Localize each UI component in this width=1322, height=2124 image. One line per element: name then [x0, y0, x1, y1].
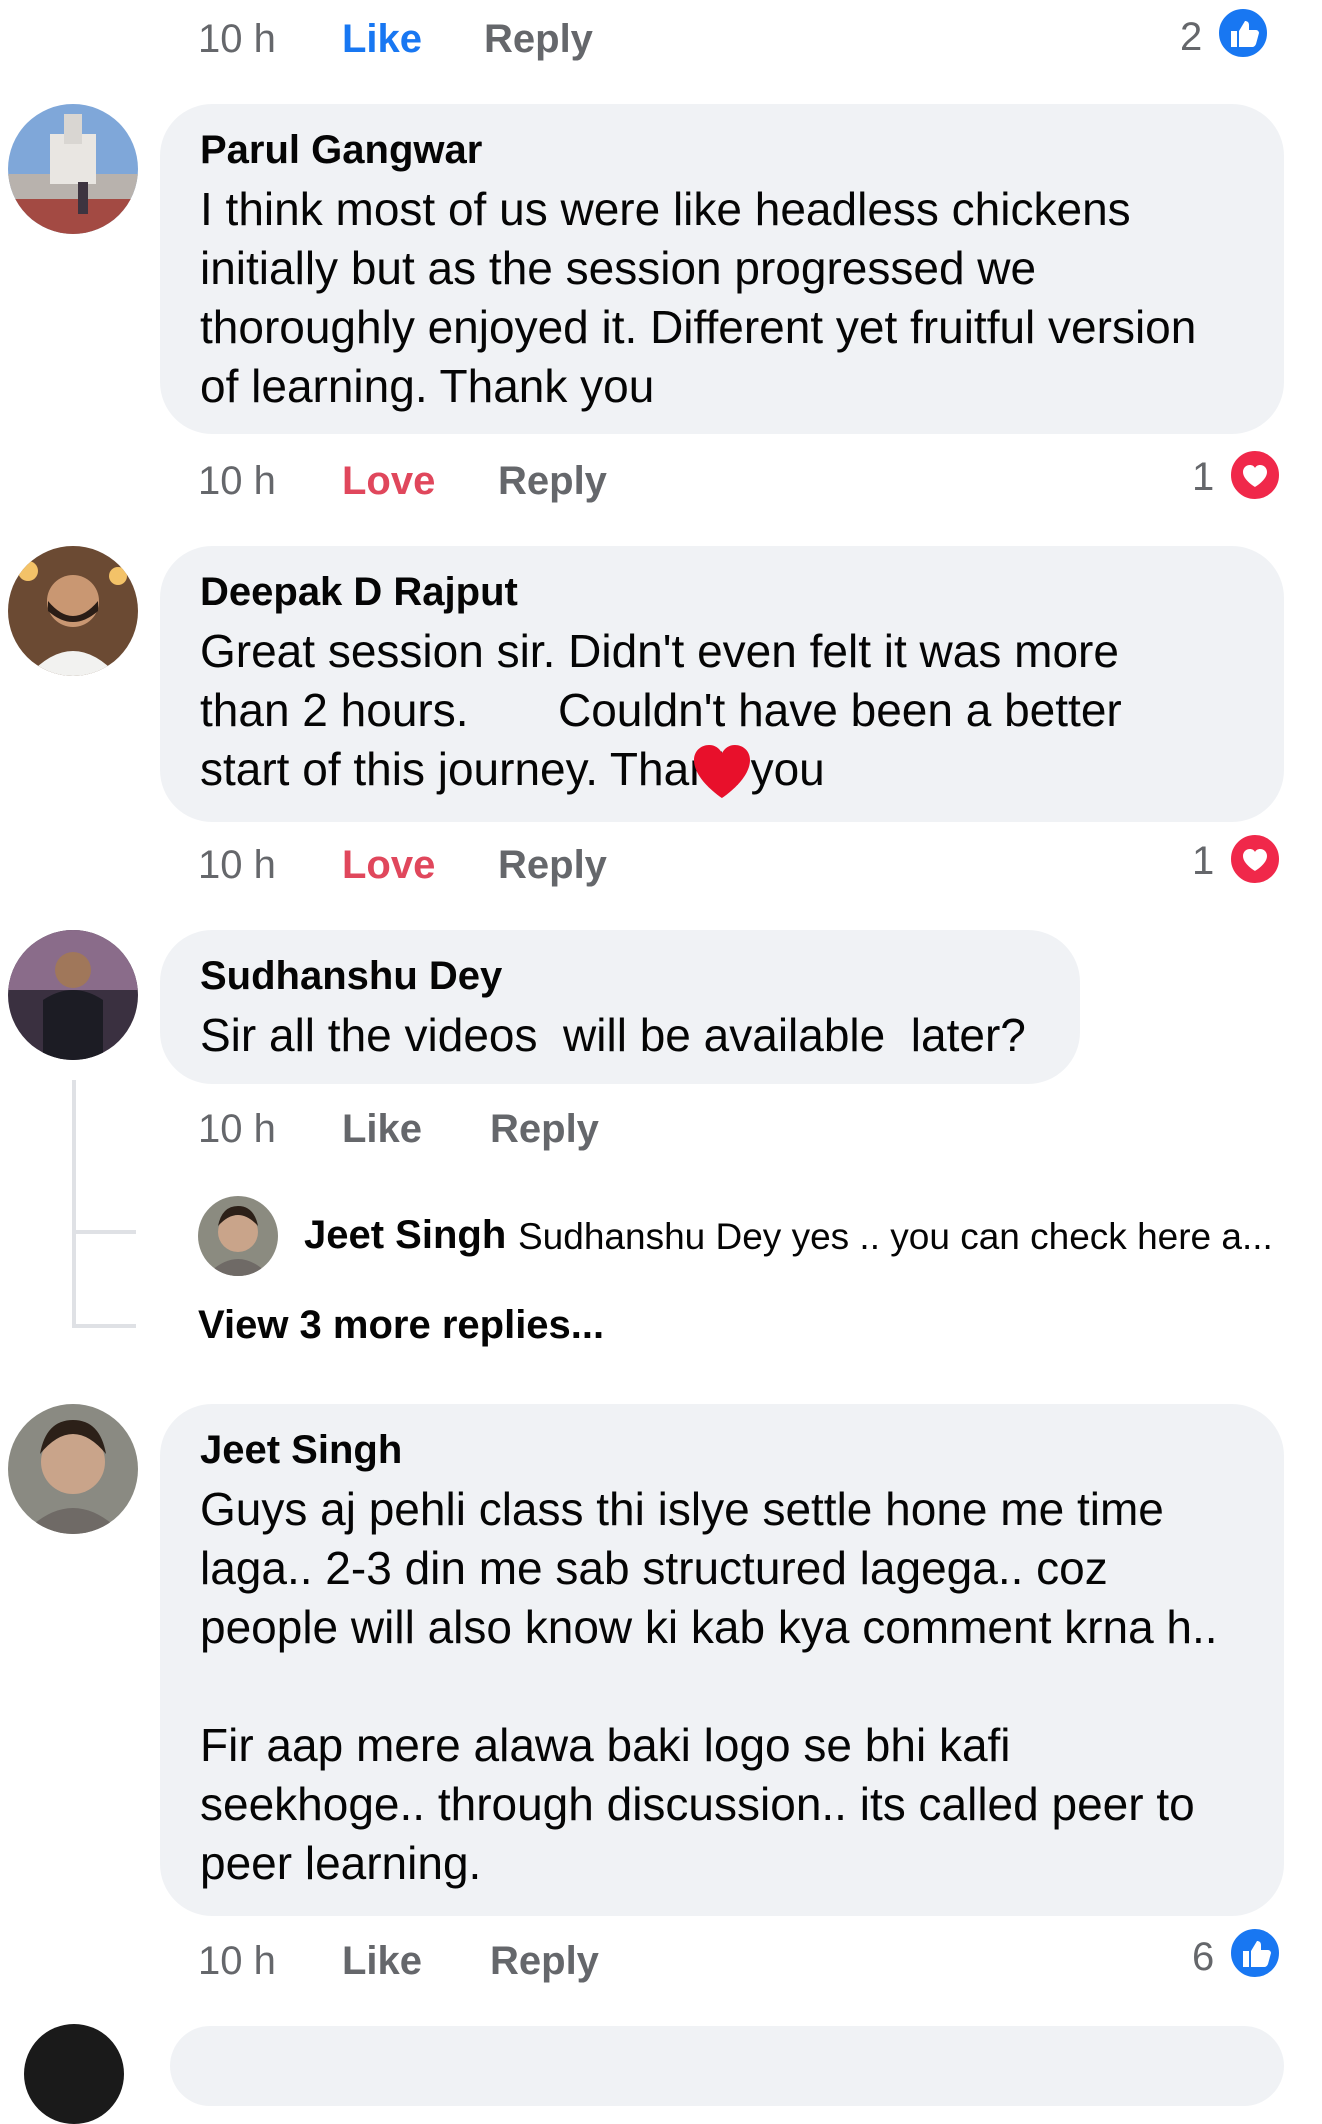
thread-connector: [72, 1324, 136, 1328]
comment-bubble: Jeet Singh Guys aj pehli class thi islye…: [160, 1404, 1284, 1916]
reply-text[interactable]: Sudhanshu Dey yes .. you can check here …: [518, 1212, 1273, 1262]
comment-text: I think most of us were like headless ch…: [200, 183, 1210, 412]
view-more-replies[interactable]: View 3 more replies...: [198, 1300, 604, 1350]
like-icon[interactable]: [1228, 1926, 1282, 1980]
avatar[interactable]: [8, 546, 138, 676]
reply-button[interactable]: Reply: [490, 1104, 599, 1154]
like-button[interactable]: Like: [342, 1104, 422, 1154]
comment-time: 10 h: [198, 1939, 276, 1983]
reaction-count: 1: [1192, 455, 1215, 499]
reply-button[interactable]: Reply: [498, 456, 607, 506]
avatar[interactable]: [198, 1196, 278, 1276]
comment-time: 10 h: [198, 459, 276, 503]
avatar[interactable]: [24, 2024, 124, 2124]
avatar[interactable]: [8, 104, 138, 234]
heart-emoji: [692, 744, 752, 805]
reaction-count: 6: [1192, 1935, 1215, 1979]
comment-time: 10 h: [198, 843, 276, 887]
thread-line: [72, 1080, 76, 1328]
reply-button[interactable]: Reply: [484, 14, 593, 64]
comment-text: Sir all the videos will be available lat…: [200, 1009, 1026, 1061]
reaction-count: 2: [1180, 15, 1203, 59]
comment-author[interactable]: Parul Gangwar: [200, 126, 1244, 174]
comment-bubble: Parul Gangwar I think most of us were li…: [160, 104, 1284, 434]
avatar[interactable]: [8, 930, 138, 1060]
comment-bubble: Sudhanshu Dey Sir all the videos will be…: [160, 930, 1080, 1084]
heart-icon[interactable]: [1228, 448, 1282, 502]
comment-author[interactable]: Deepak D Rajput: [200, 568, 1244, 616]
reply-button[interactable]: Reply: [490, 1936, 599, 1986]
comment-time: 10 h: [198, 1107, 276, 1151]
thread-connector: [72, 1230, 136, 1234]
like-icon[interactable]: [1216, 6, 1270, 60]
comment-author[interactable]: Jeet Singh: [200, 1426, 1244, 1474]
reply-author[interactable]: Jeet Singh: [304, 1210, 506, 1260]
love-button[interactable]: Love: [342, 840, 435, 890]
like-button[interactable]: Like: [342, 1936, 422, 1986]
comment-bubble: [170, 2026, 1284, 2106]
comment-bubble: Deepak D Rajput Great session sir. Didn'…: [160, 546, 1284, 822]
love-button[interactable]: Love: [342, 456, 435, 506]
comment-text: Guys aj pehli class thi islye settle hon…: [200, 1483, 1218, 1889]
like-button[interactable]: Like: [342, 14, 422, 64]
reply-button[interactable]: Reply: [498, 840, 607, 890]
heart-icon[interactable]: [1228, 832, 1282, 886]
comment-author[interactable]: Sudhanshu Dey: [200, 952, 1040, 1000]
comment-time: 10 h: [198, 17, 276, 61]
reaction-count: 1: [1192, 839, 1215, 883]
avatar[interactable]: [8, 1404, 138, 1534]
